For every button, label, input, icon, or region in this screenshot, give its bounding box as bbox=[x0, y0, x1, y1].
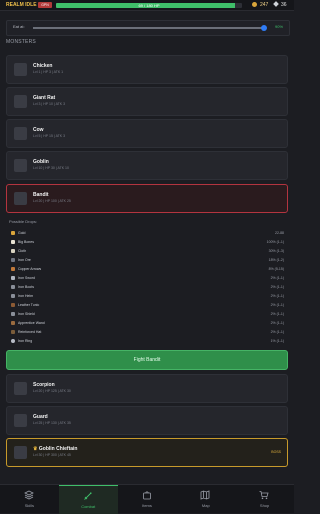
realm-title: REALM IDLE bbox=[6, 2, 37, 8]
drop-row: Copper Arrows 8% (5-15) bbox=[6, 265, 288, 274]
gpn-badge[interactable]: GPN bbox=[38, 2, 52, 8]
layers-icon bbox=[24, 490, 34, 500]
map-icon bbox=[200, 490, 210, 500]
fight-button[interactable]: Fight Bandit bbox=[6, 350, 288, 370]
drop-row: Big Bones 100% (1-1) bbox=[6, 238, 288, 247]
ring-icon bbox=[11, 339, 15, 343]
monster-stats: Lvl 10 | HP 30 | ATK 10 bbox=[33, 166, 69, 170]
hat-icon bbox=[11, 330, 15, 334]
drop-row: Iron Ring 1% (1-1) bbox=[6, 337, 288, 346]
eat-percent: 90% bbox=[275, 24, 284, 29]
monster-card-goblin-chieftain[interactable]: ♛ Goblin Chieftain Lvl 30 | HP 300 | ATK… bbox=[6, 438, 288, 467]
drop-row: Iron Ore 18% (1-2) bbox=[6, 256, 288, 265]
drop-row: Gold 22-88 bbox=[6, 229, 288, 238]
hp-text: 69 / 180 HP bbox=[138, 3, 160, 8]
eat-slider-track[interactable] bbox=[33, 27, 265, 29]
gem-icon bbox=[273, 1, 279, 7]
monster-name: ♛ Goblin Chieftain bbox=[33, 446, 78, 452]
monster-stats: Lvl 20 | HP 100 | ATK 25 bbox=[33, 199, 71, 203]
goblin-icon bbox=[14, 159, 27, 172]
drop-row: Iron Boots 2% (1-1) bbox=[6, 283, 288, 292]
monster-stats: Lvl 30 | HP 300 | ATK 45 bbox=[33, 453, 71, 457]
guard-icon bbox=[14, 414, 27, 427]
nav-map[interactable]: Map bbox=[176, 485, 235, 513]
bandit-icon bbox=[14, 192, 27, 205]
monster-name: Bandit bbox=[33, 192, 49, 198]
monster-name: Goblin bbox=[33, 159, 49, 165]
boots-icon bbox=[11, 285, 15, 289]
monster-card-giant-rat[interactable]: Giant Rat Lvl 3 | HP 10 | ATK 3 bbox=[6, 87, 288, 116]
bones-icon bbox=[11, 240, 15, 244]
eat-slider-handle[interactable] bbox=[261, 25, 267, 31]
auto-eat-panel: Eat at: 90% bbox=[6, 20, 290, 36]
monster-card-guard[interactable]: Guard Lvl 25 | HP 130 | ATK 35 bbox=[6, 406, 288, 435]
monster-card-chicken[interactable]: Chicken Lvl 1 | HP 3 | ATK 1 bbox=[6, 55, 288, 84]
shield-icon bbox=[11, 312, 15, 316]
monster-stats: Lvl 3 | HP 10 | ATK 3 bbox=[33, 102, 66, 106]
goblin-chieftain-icon bbox=[14, 446, 27, 459]
monster-stats: Lvl 5 | HP 15 | ATK 3 bbox=[33, 134, 66, 138]
gold-icon bbox=[11, 231, 15, 235]
nav-shop[interactable]: Shop bbox=[235, 485, 294, 513]
monster-card-goblin[interactable]: Goblin Lvl 10 | HP 30 | ATK 10 bbox=[6, 151, 288, 180]
drop-row: Leather Tunic 2% (1-1) bbox=[6, 301, 288, 310]
drop-row: Apprentice Wand 2% (1-1) bbox=[6, 319, 288, 328]
drop-row: Reinforced Hat 2% (1-1) bbox=[6, 328, 288, 337]
chicken-icon bbox=[14, 63, 27, 76]
sword-icon bbox=[83, 492, 92, 500]
rat-icon bbox=[14, 95, 27, 108]
monster-stats: Lvl 1 | HP 3 | ATK 1 bbox=[33, 70, 64, 74]
drop-row: Iron Shield 2% (1-1) bbox=[6, 310, 288, 319]
ore-icon bbox=[11, 258, 15, 262]
nav-skills[interactable]: Skills bbox=[0, 485, 59, 513]
drops-title: Possible Drops: bbox=[9, 219, 38, 224]
monster-name: Cow bbox=[33, 127, 44, 133]
cloth-icon bbox=[11, 249, 15, 253]
arrows-icon bbox=[11, 267, 15, 271]
scorpion-icon bbox=[14, 382, 27, 395]
top-bar: REALM IDLE GPN 69 / 180 HP 247 36 bbox=[0, 0, 294, 11]
nav-combat[interactable]: Combat bbox=[58, 485, 118, 514]
monster-name: Giant Rat bbox=[33, 95, 56, 101]
nav-items[interactable]: Items bbox=[118, 485, 177, 513]
coin-icon bbox=[252, 2, 257, 7]
bottom-nav: Skills Combat Items Map Shop bbox=[0, 484, 294, 514]
monster-name: Guard bbox=[33, 414, 48, 420]
drop-row: Iron Sword 2% (1-1) bbox=[6, 274, 288, 283]
monster-stats: Lvl 20 | HP 125 | ATK 30 bbox=[33, 389, 71, 393]
monster-card-bandit[interactable]: Bandit Lvl 20 | HP 100 | ATK 25 bbox=[6, 184, 288, 213]
coin-count: 247 bbox=[260, 2, 269, 8]
monster-card-cow[interactable]: Cow Lvl 5 | HP 15 | ATK 3 bbox=[6, 119, 288, 148]
monster-card-scorpion[interactable]: Scorpion Lvl 20 | HP 125 | ATK 30 bbox=[6, 374, 288, 403]
helm-icon bbox=[11, 294, 15, 298]
monster-stats: Lvl 25 | HP 130 | ATK 35 bbox=[33, 421, 71, 425]
monster-name: Scorpion bbox=[33, 382, 55, 388]
monster-name: Chicken bbox=[33, 63, 53, 69]
monsters-heading: MONSTERS bbox=[6, 39, 36, 45]
bag-icon bbox=[142, 491, 151, 500]
cart-icon bbox=[259, 491, 269, 500]
sword-icon bbox=[11, 276, 15, 280]
tunic-icon bbox=[11, 303, 15, 307]
drop-row: Iron Helm 2% (1-1) bbox=[6, 292, 288, 301]
eat-label: Eat at: bbox=[13, 24, 25, 29]
wand-icon bbox=[11, 321, 15, 325]
gem-count: 36 bbox=[281, 2, 287, 8]
cow-icon bbox=[14, 127, 27, 140]
drop-row: Cloth 30% (1-3) bbox=[6, 247, 288, 256]
boss-badge: BOSS bbox=[271, 450, 281, 454]
